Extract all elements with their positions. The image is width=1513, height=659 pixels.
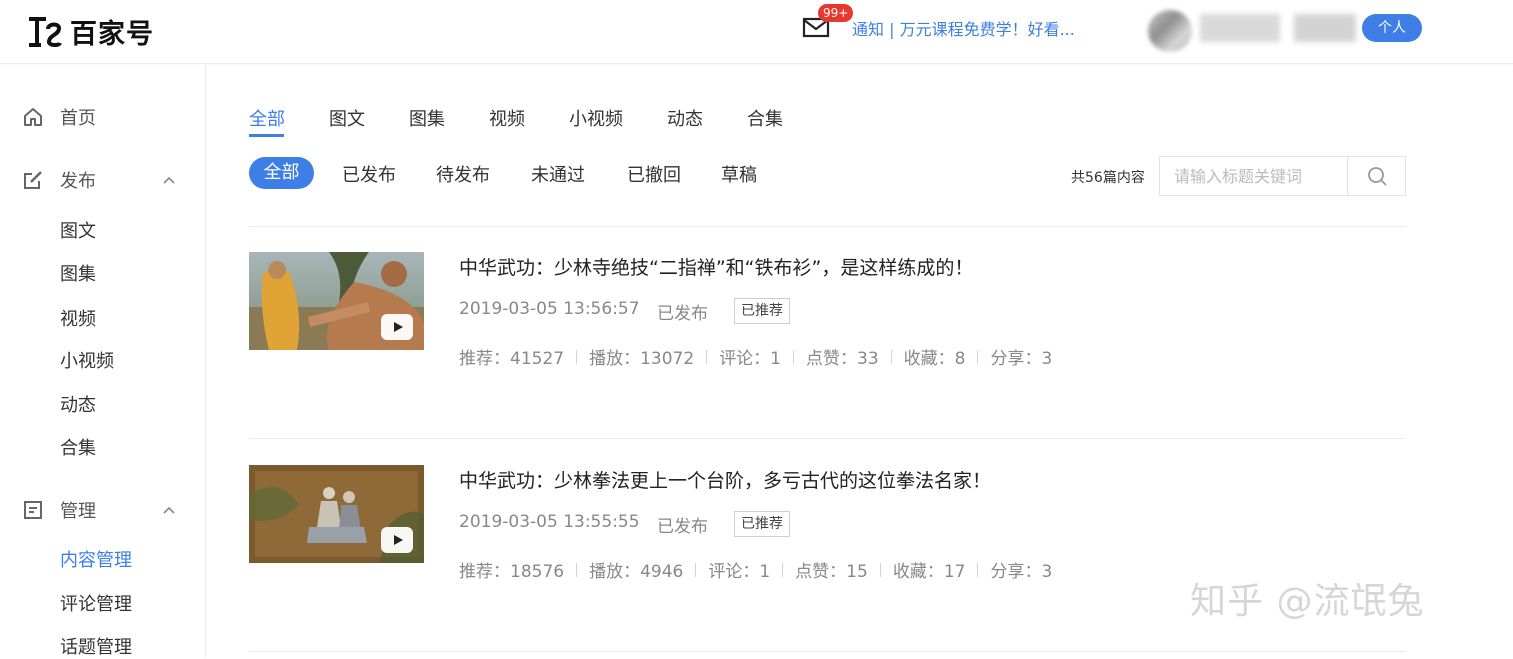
brand-name: 百家号 — [70, 19, 154, 50]
play-icon — [381, 527, 413, 553]
stat-recommend: 推荐：41527 — [459, 349, 565, 369]
list-divider — [249, 651, 1406, 652]
avatar[interactable] — [1148, 10, 1192, 52]
stat-comments: 评论：1 — [708, 562, 771, 582]
sidebar-item-publish-short-video[interactable]: 小视频 — [60, 347, 114, 373]
search-box — [1159, 156, 1406, 196]
account-type-button[interactable]: 个人 — [1362, 14, 1422, 42]
stat-shares: 分享：3 — [990, 349, 1053, 369]
sidebar-item-publish-gallery[interactable]: 图集 — [60, 260, 96, 286]
sidebar-item-publish-collection[interactable]: 合集 — [60, 434, 96, 460]
stat-plays: 播放：13072 — [589, 349, 695, 369]
sidebar-home-label: 首页 — [60, 108, 96, 129]
stat-favorites: 收藏：8 — [903, 349, 966, 369]
sidebar-item-publish-article[interactable]: 图文 — [60, 217, 96, 243]
content-count: 共56篇内容 — [1071, 170, 1145, 186]
recommended-badge: 已推荐 — [734, 511, 790, 537]
publish-time: 2019-03-05 13:55:55 — [459, 512, 640, 532]
sidebar-item-manage[interactable]: 管理 — [22, 497, 96, 523]
tab-article[interactable]: 图文 — [329, 105, 365, 131]
filter-published[interactable]: 已发布 — [342, 161, 396, 187]
sidebar-item-publish-moment[interactable]: 动态 — [60, 391, 96, 417]
recommended-badge: 已推荐 — [734, 298, 790, 324]
mail-count-badge: 99+ — [818, 4, 854, 22]
tab-short-video[interactable]: 小视频 — [569, 105, 623, 131]
blurred-info — [1294, 14, 1356, 42]
tab-video[interactable]: 视频 — [489, 105, 525, 131]
stat-favorites: 收藏：17 — [892, 562, 966, 582]
blurred-username — [1200, 14, 1280, 42]
watermark: 知乎 @流氓兔 — [1190, 581, 1425, 622]
video-thumbnail[interactable] — [249, 252, 424, 350]
chevron-up-icon[interactable] — [162, 175, 176, 185]
stat-plays: 播放：4946 — [589, 562, 684, 582]
sidebar-item-comment-management[interactable]: 评论管理 — [60, 590, 132, 616]
article-title[interactable]: 中华武功：少林拳法更上一个台阶，多亏古代的这位拳法名家！ — [459, 466, 991, 493]
brand-logo[interactable]: 百家号 — [26, 12, 154, 51]
sidebar-item-home[interactable]: 首页 — [22, 104, 96, 130]
stat-shares: 分享：3 — [990, 562, 1053, 582]
search-input[interactable] — [1160, 157, 1347, 195]
home-icon — [24, 108, 42, 126]
video-thumbnail[interactable] — [249, 465, 424, 563]
document-icon — [24, 501, 42, 519]
stat-likes: 点赞：15 — [795, 562, 868, 582]
publish-time: 2019-03-05 13:56:57 — [459, 299, 640, 319]
filter-pending[interactable]: 待发布 — [436, 161, 490, 187]
list-divider — [249, 226, 1406, 227]
tab-gallery[interactable]: 图集 — [409, 105, 445, 131]
stat-recommend: 推荐：18576 — [459, 562, 565, 582]
stat-likes: 点赞：33 — [806, 349, 879, 369]
tab-all[interactable]: 全部 — [249, 105, 285, 131]
publish-status: 已发布 — [657, 304, 708, 324]
chevron-up-icon[interactable] — [162, 505, 176, 515]
search-button[interactable] — [1347, 157, 1406, 195]
tab-moment[interactable]: 动态 — [667, 105, 703, 131]
list-divider — [249, 438, 1406, 439]
notice-link[interactable]: 通知 | 万元课程免费学！好看... — [852, 16, 1075, 40]
filter-all[interactable]: 全部 — [249, 157, 314, 189]
active-tab-indicator — [249, 134, 284, 137]
edit-icon — [24, 171, 42, 189]
baijiahao-logo-icon — [29, 16, 62, 47]
article-title[interactable]: 中华武功：少林寺绝技“二指禅”和“铁布衫”，是这样练成的！ — [459, 253, 973, 280]
sidebar-item-publish-video[interactable]: 视频 — [60, 305, 96, 331]
filter-withdrawn[interactable]: 已撤回 — [627, 161, 681, 187]
top-header: 百家号 99+ 通知 | 万元课程免费学！好看... 个人 — [0, 0, 1513, 64]
filter-drafts[interactable]: 草稿 — [721, 161, 757, 187]
sidebar-item-publish[interactable]: 发布 — [22, 167, 96, 193]
play-icon — [381, 314, 413, 340]
article-stats: 推荐：41527 播放：13072 评论：1 点赞：33 收藏：8 分享：3 — [459, 344, 1052, 369]
sidebar-item-topic-management[interactable]: 话题管理 — [60, 633, 132, 659]
tab-collection[interactable]: 合集 — [747, 105, 783, 131]
stat-comments: 评论：1 — [719, 349, 782, 369]
sidebar-publish-label: 发布 — [60, 171, 96, 192]
sidebar-item-content-management[interactable]: 内容管理 — [60, 546, 132, 572]
article-stats: 推荐：18576 播放：4946 评论：1 点赞：15 收藏：17 分享：3 — [459, 557, 1052, 582]
search-icon — [1368, 167, 1387, 186]
filter-rejected[interactable]: 未通过 — [531, 161, 585, 187]
sidebar-manage-label: 管理 — [60, 501, 96, 522]
publish-status: 已发布 — [657, 517, 708, 537]
